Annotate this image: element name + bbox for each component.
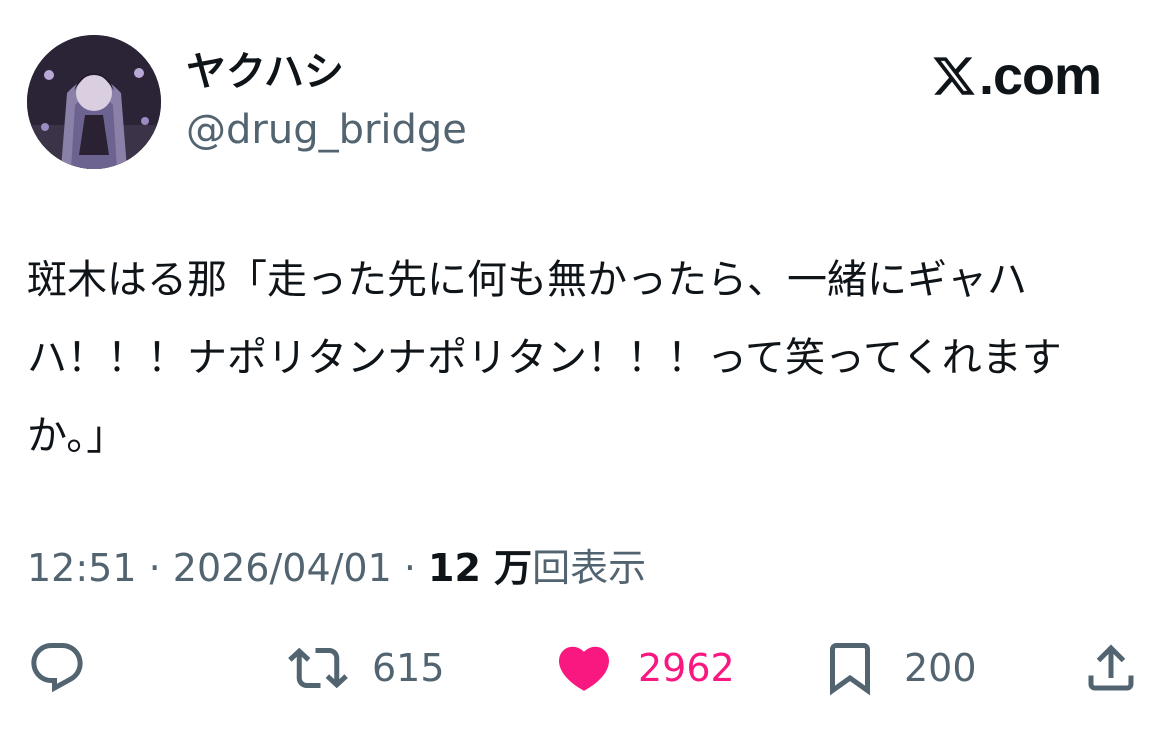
meta-separator: · [391,546,429,590]
repost-icon [288,647,348,689]
meta-separator: · [136,546,173,590]
tweet-date[interactable]: 2026/04/01 [173,546,392,590]
tweet-meta: 12:51 · 2026/04/01 · 12 万回表示 [27,540,646,596]
x-logo-icon [933,57,975,95]
brand-logo: .com [931,46,1102,106]
bookmark-count: 200 [904,646,977,690]
repost-button[interactable]: 615 [288,636,445,700]
avatar[interactable] [27,35,161,169]
views-count: 12 万 [428,546,533,590]
avatar-illustration [27,35,161,169]
views-label: 回表示 [532,546,647,590]
reply-icon [31,643,83,693]
share-icon [1088,644,1134,691]
bookmark-icon [830,643,870,696]
repost-count: 615 [372,646,445,690]
share-button[interactable] [1081,636,1141,700]
tweet-time[interactable]: 12:51 [27,546,137,590]
heart-icon [558,646,610,691]
brand-text: .com [978,46,1102,106]
bookmark-button[interactable]: 200 [820,636,977,700]
like-count: 2962 [638,646,735,690]
author-display-name[interactable]: ヤクハシ [186,44,344,100]
author-handle[interactable]: @drug_bridge [186,102,467,158]
like-button[interactable]: 2962 [554,636,735,700]
tweet-text: 斑木はる那「走った先に何も無かったら、一緒にギャハハ！！！ナポリタンナポリタン！… [27,257,1062,459]
reply-button[interactable] [27,636,87,700]
